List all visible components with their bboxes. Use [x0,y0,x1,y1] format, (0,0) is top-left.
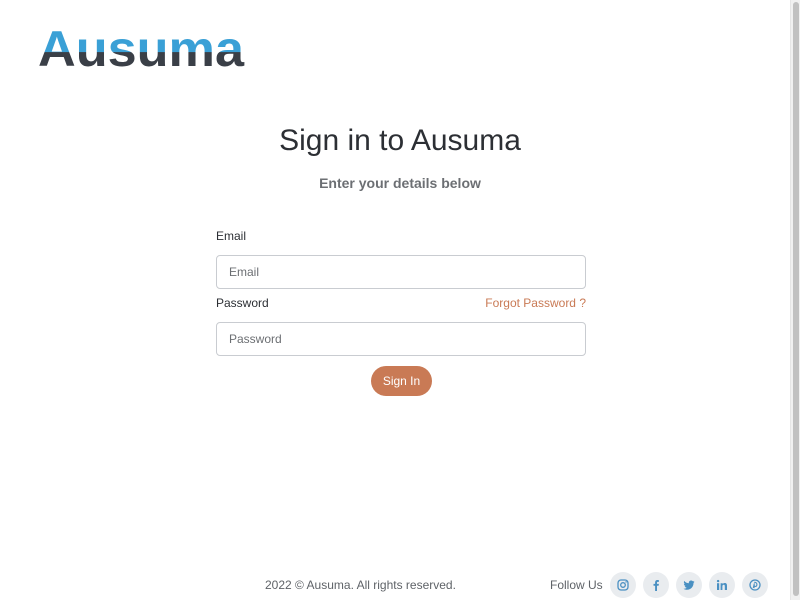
instagram-icon [617,579,629,591]
page-scrollbar[interactable] [790,0,800,600]
sign-in-button[interactable]: Sign In [371,366,432,396]
login-page: Ausuma Sign in to Ausuma Enter your deta… [0,0,790,600]
linkedin-icon [716,579,727,590]
facebook-button[interactable] [643,572,669,598]
scrollbar-thumb[interactable] [793,2,799,596]
follow-us-label: Follow Us [550,578,603,592]
ausuma-logo[interactable]: Ausuma [38,22,248,74]
forgot-password-link[interactable]: Forgot Password ? [430,295,586,311]
linkedin-button[interactable] [709,572,735,598]
email-label: Email [216,229,247,243]
password-field[interactable] [216,322,586,356]
instagram-button[interactable] [610,572,636,598]
twitter-button[interactable] [676,572,702,598]
page-title: Sign in to Ausuma [279,124,521,157]
logo-text: Ausuma [38,22,245,74]
copyright-text: 2022 © Ausuma. All rights reserved. [265,578,456,592]
pinterest-button[interactable] [742,572,768,598]
twitter-icon [683,580,695,590]
pinterest-icon [749,579,761,591]
page-subtitle: Enter your details below [319,175,481,191]
facebook-icon [653,580,659,591]
password-label: Password [216,296,269,310]
email-field[interactable] [216,255,586,289]
